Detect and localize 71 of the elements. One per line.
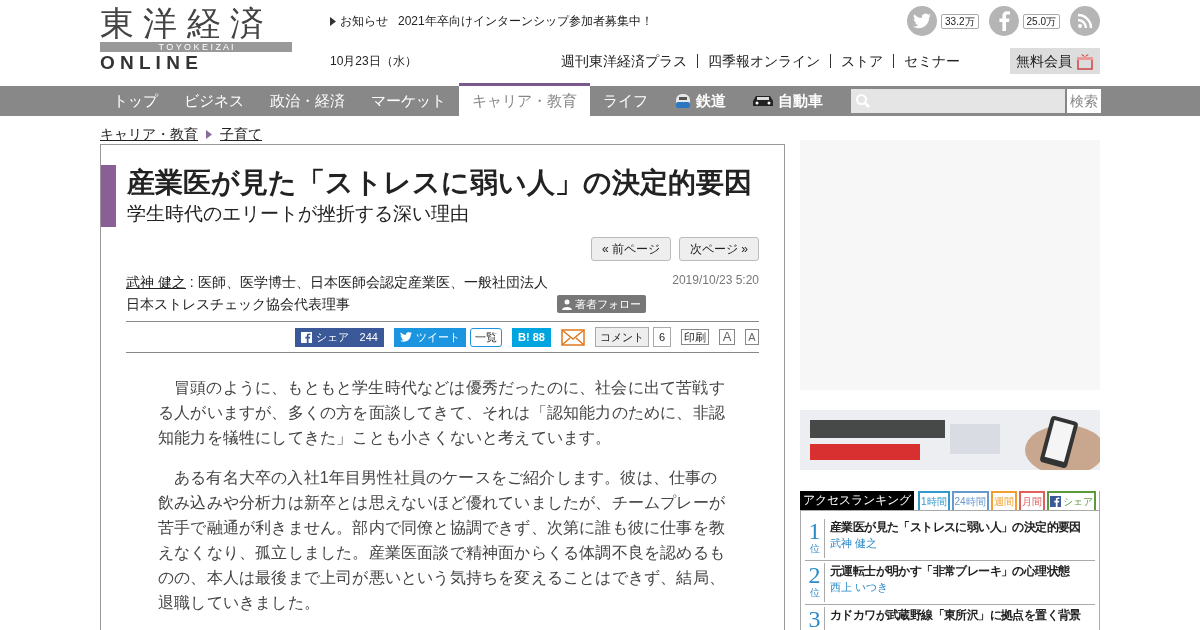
- rank-unit: 位: [809, 543, 820, 554]
- nav-tab[interactable]: 自動車: [739, 86, 836, 116]
- member-button[interactable]: 無料会員: [1010, 48, 1100, 74]
- search-icon: [855, 93, 871, 109]
- rank-unit: 位: [809, 587, 820, 598]
- ranking-author[interactable]: 西上 いつき: [830, 579, 1070, 595]
- font-large-button[interactable]: A: [719, 329, 735, 345]
- nav-tab[interactable]: ビジネス: [171, 86, 257, 116]
- ranking-tab[interactable]: 月間: [1018, 491, 1045, 510]
- breadcrumb-link[interactable]: キャリア・教育: [100, 123, 198, 145]
- ranking-title[interactable]: 産業医が見た「ストレスに弱い人」の決定的要因: [830, 519, 1081, 535]
- header-link[interactable]: セミナー: [894, 54, 970, 68]
- pager-button[interactable]: « 前ページ: [590, 237, 671, 261]
- tweet-button[interactable]: ツイート: [393, 327, 466, 347]
- ranking-tab[interactable]: 24時間: [951, 491, 989, 510]
- ranking-tab[interactable]: シェア: [1046, 491, 1096, 510]
- notice-label: お知らせ: [340, 13, 388, 30]
- logo-online[interactable]: O N L I N E: [100, 52, 292, 74]
- publish-date: 2019/10/23 5:20: [672, 272, 759, 289]
- header-link[interactable]: ストア: [831, 54, 894, 68]
- article-paragraph: 冒頭のように、もともと学生時代などは優秀だったのに、社会に出て苦戦する人がいますが、多くの方を面談してきて、それは「認知能力のために、非認知能力を犠牲にしてきた」ことも小さくないと考えています。: [158, 378, 726, 448]
- car-icon: [752, 94, 774, 108]
- search-field[interactable]: [851, 89, 1065, 113]
- pager-button[interactable]: 次ページ »: [679, 237, 759, 261]
- nav-tab[interactable]: ライフ: [590, 86, 661, 116]
- article-byline: 武神 健之 : 医師、医学博士、日本医師会認定産業医、一般社団法人日本ストレスチェック協会代表理事: [126, 273, 549, 314]
- twitter-icon[interactable]: [907, 6, 938, 36]
- comment-button[interactable]: コメント: [594, 327, 649, 347]
- follower-count: 33.2万: [941, 13, 979, 29]
- print-button[interactable]: 印刷: [681, 329, 709, 345]
- person-icon: [562, 298, 572, 310]
- header-link[interactable]: 週刊東洋経済プラス: [551, 54, 698, 68]
- title-bar: [101, 165, 116, 227]
- nav-tab[interactable]: 政治・経済: [257, 86, 358, 116]
- rss-icon[interactable]: [1070, 6, 1100, 36]
- ranking-title[interactable]: 元運転士が明かす「非常ブレーキ」の心理状態: [830, 563, 1070, 579]
- twitter-icon: [399, 332, 412, 342]
- follower-count: 25.0万: [1022, 13, 1060, 29]
- nav-tab[interactable]: トップ: [100, 86, 171, 116]
- article-title: 産業医が見た「ストレスに弱い人」の決定的要因: [127, 166, 752, 200]
- date-text: 10月23日（水）: [330, 53, 417, 70]
- facebook-icon[interactable]: [988, 6, 1019, 36]
- nav-tab[interactable]: マーケット: [358, 86, 459, 116]
- train-icon: [674, 92, 692, 110]
- author-link[interactable]: 武神 健之: [126, 274, 186, 290]
- facebook-icon: [300, 331, 312, 343]
- breadcrumb-link[interactable]: 子育て: [220, 123, 262, 145]
- mail-icon[interactable]: [560, 328, 585, 346]
- ranking-tab[interactable]: 1時間: [918, 491, 950, 510]
- nav-tab[interactable]: 鉄道: [661, 86, 739, 116]
- follow-button[interactable]: 著者フォロー: [557, 295, 646, 313]
- search-button[interactable]: 検索: [1067, 89, 1101, 113]
- font-small-button[interactable]: A: [745, 329, 759, 345]
- triangle-icon: [330, 16, 336, 26]
- nav-tab[interactable]: キャリア・教育: [459, 83, 590, 116]
- logo-kanji[interactable]: 東 洋 経 済: [100, 6, 292, 40]
- article-paragraph: ある有名大卒の入社1年目男性社員のケースをご紹介します。彼は、仕事の飲み込みや分析力は新卒とは思えないほど優れていましたが、チームプレーが苦手で融通が利きません。部内で同僚と協調できず、次第に誰も彼に仕事を教えなくなり、孤立しました。産業医面談で精神面からくる体調不良を認めるものの、本人は最後まで上司が悪いという気持ちを変えることはできず、結局、退職していきました。: [158, 468, 726, 613]
- facebook-icon: [1049, 496, 1061, 507]
- rank-number: 3: [808, 607, 821, 630]
- list-link[interactable]: 一覧: [469, 327, 502, 347]
- ranking-author[interactable]: 武神 健之: [830, 535, 1081, 551]
- rank-number: 2: [808, 563, 821, 587]
- rank-number: 1: [808, 519, 821, 543]
- comment-count: 6: [652, 327, 671, 347]
- ranking-title[interactable]: カドカワが武蔵野線「東所沢」に拠点を置く背景: [830, 607, 1081, 623]
- header-link[interactable]: 四季報オンライン: [698, 54, 831, 68]
- notice-link[interactable]: 2021年卒向けインターンシップ参加者募集中！: [398, 12, 653, 30]
- triangle-icon: [206, 129, 212, 139]
- article-subtitle: 学生時代のエリートが挫折する深い理由: [127, 202, 470, 226]
- facebook-share-button[interactable]: シェア 244: [294, 327, 384, 347]
- ranking-header: アクセスランキング: [800, 491, 914, 510]
